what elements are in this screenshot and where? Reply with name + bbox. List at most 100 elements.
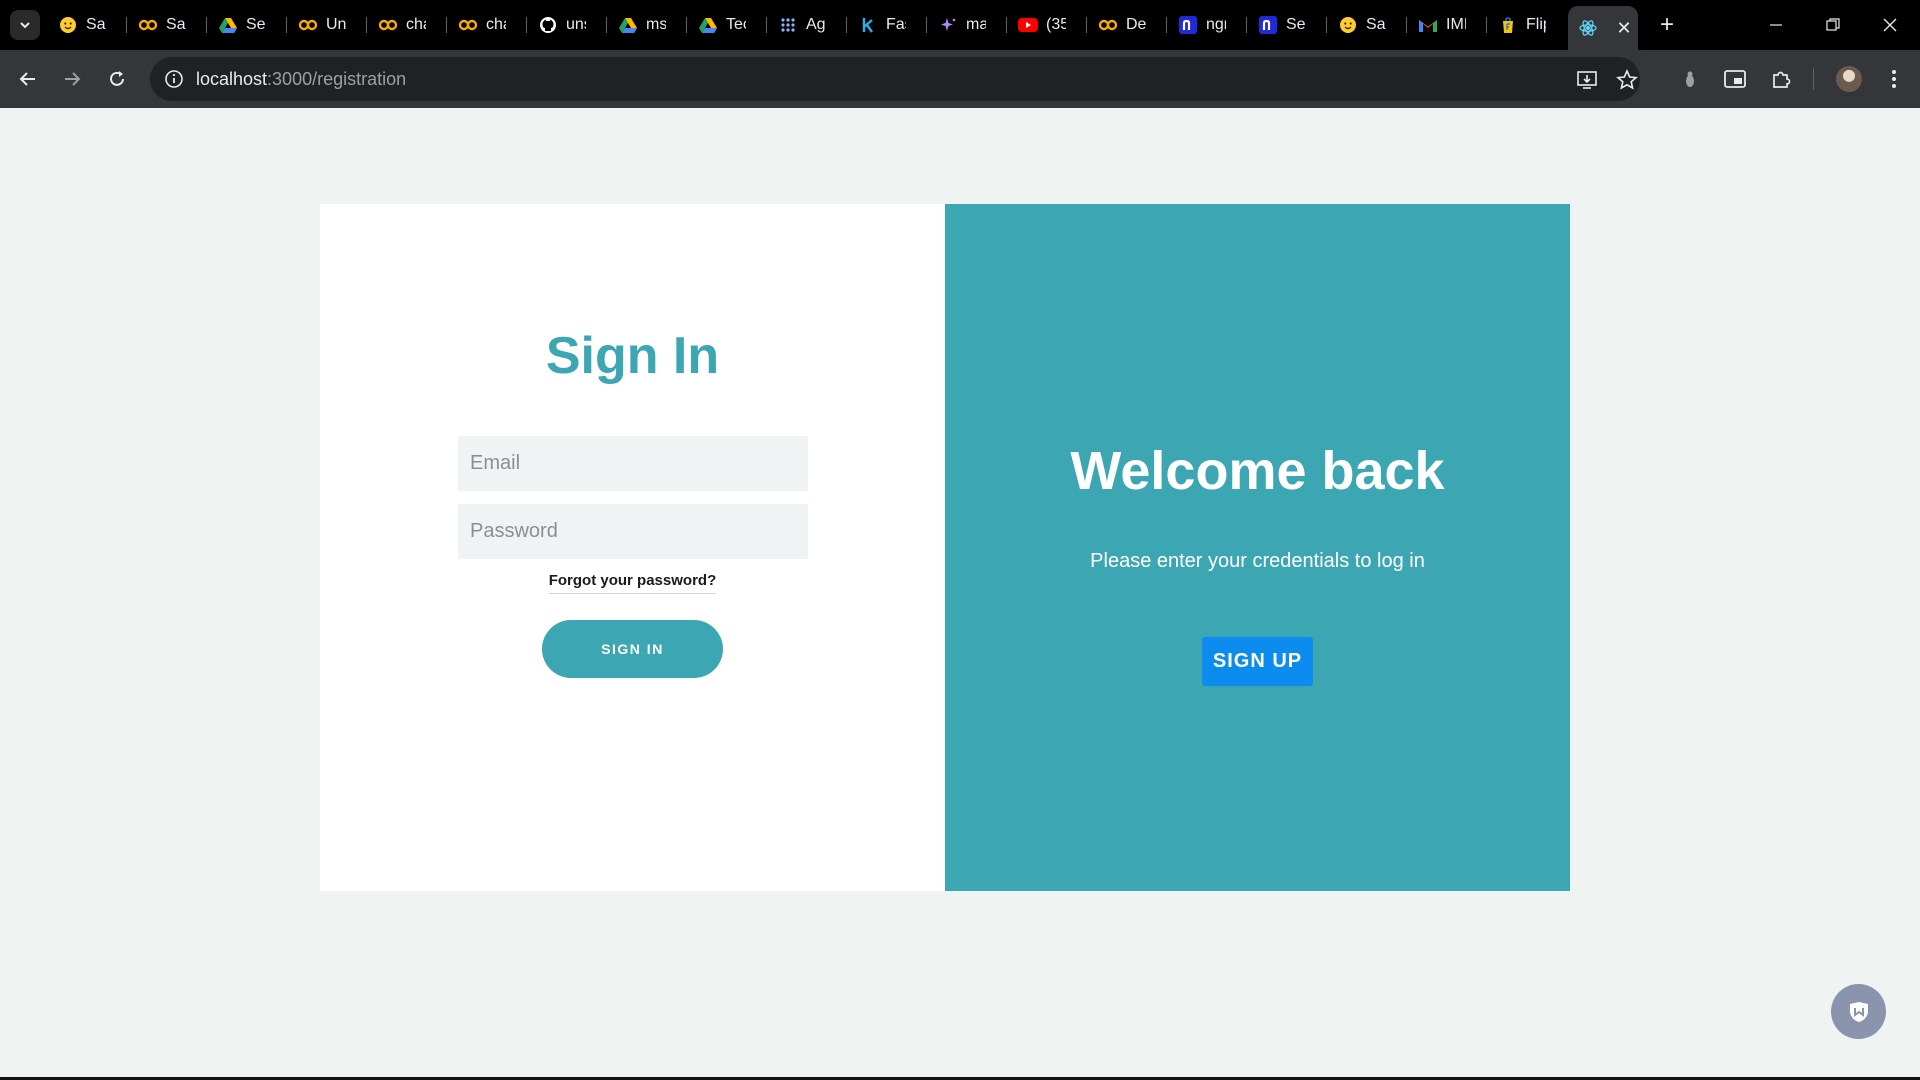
tab-separator [126, 17, 127, 33]
floating-shield-button[interactable] [1831, 984, 1886, 1039]
google-drive-icon [218, 15, 238, 35]
google-drive-icon [618, 15, 638, 35]
tab-title: Sea [246, 16, 266, 33]
tab-separator [846, 17, 847, 33]
tab-item[interactable]: Flip [1488, 8, 1566, 42]
tab-item[interactable]: Sea [208, 8, 286, 42]
tab-separator [1006, 17, 1007, 33]
site-info-icon[interactable] [162, 67, 186, 91]
tab-title: Tec [726, 16, 746, 33]
colab-icon [458, 15, 478, 35]
tab-title: Ag [806, 16, 826, 33]
tab-item[interactable]: Sat [1328, 8, 1406, 42]
bookmark-star-icon[interactable] [1614, 67, 1640, 93]
tab-separator [606, 17, 607, 33]
reload-button[interactable] [101, 63, 133, 95]
back-button[interactable] [12, 63, 44, 95]
tab-separator [366, 17, 367, 33]
back-arrow-icon [19, 72, 35, 86]
restore-icon[interactable] [1813, 8, 1853, 42]
sign-up-button[interactable]: SIGN UP [1202, 637, 1313, 686]
hugging-face-icon [58, 15, 78, 35]
hugging-face-icon [1338, 15, 1358, 35]
chevron-down-icon [20, 22, 30, 29]
minimize-icon[interactable] [1756, 8, 1796, 42]
tab-title: cha [486, 16, 506, 33]
picture-in-picture-icon[interactable] [1721, 65, 1749, 93]
k-letter-icon [858, 15, 878, 35]
colab-icon [138, 15, 158, 35]
close-window-icon[interactable] [1870, 8, 1910, 42]
tab-item[interactable]: (35 [1008, 8, 1086, 42]
tab-separator [526, 17, 527, 33]
tab-item[interactable]: IMI [1408, 8, 1486, 42]
tab-title: Sar [166, 16, 186, 33]
install-app-icon[interactable] [1574, 67, 1600, 93]
tab-item[interactable]: ma [928, 8, 1006, 42]
tab-item[interactable]: Set [1248, 8, 1326, 42]
tab-item[interactable]: Tec [688, 8, 766, 42]
tab-title: IMI [1446, 16, 1466, 33]
shield-icon [1849, 1001, 1868, 1022]
sign-in-panel: Sign In Forgot your password? SIGN IN [320, 204, 945, 891]
tab-separator [766, 17, 767, 33]
flipkart-icon [1498, 15, 1518, 35]
tab-item[interactable]: ngr [1168, 8, 1246, 42]
forgot-password-link[interactable]: Forgot your password? [548, 572, 717, 594]
tab-title: Flip [1526, 16, 1546, 33]
tab-separator [1406, 17, 1407, 33]
tab-title: ma [966, 16, 986, 33]
tab-separator [286, 17, 287, 33]
tab-item[interactable]: De [1088, 8, 1166, 42]
tab-title: ms [646, 16, 666, 33]
tab-item[interactable]: cha [448, 8, 526, 42]
tab-separator [1086, 17, 1087, 33]
google-drive-icon [698, 15, 718, 35]
colab-icon [298, 15, 318, 35]
extensions-icon[interactable] [1767, 65, 1795, 93]
tab-title: Fas [886, 16, 906, 33]
tab-item[interactable]: Fas [848, 8, 926, 42]
reload-icon [110, 71, 124, 86]
welcome-title: Welcome back [1070, 441, 1445, 501]
tab-search-button[interactable] [10, 10, 40, 40]
password-field[interactable] [458, 504, 808, 559]
tab-title: ngr [1206, 16, 1226, 33]
url-text[interactable]: localhost:3000/registration [196, 69, 406, 90]
sparkle-icon [938, 15, 958, 35]
profile-avatar[interactable] [1836, 66, 1862, 92]
auth-card: Sign In Forgot your password? SIGN IN We… [320, 204, 1570, 891]
tab-title: Unt [326, 16, 346, 33]
forward-button[interactable] [56, 63, 88, 95]
forward-arrow-icon [65, 72, 81, 86]
close-tab-icon[interactable]: ✕ [1614, 18, 1634, 39]
browser-toolbar: localhost:3000/registration [0, 50, 1920, 108]
extension-puzzle-small-icon[interactable] [1676, 65, 1704, 93]
url-host: localhost [196, 69, 268, 89]
tab-title: Set [1286, 16, 1306, 33]
colab-icon [378, 15, 398, 35]
more-menu-icon[interactable] [1880, 65, 1908, 93]
github-icon [538, 15, 558, 35]
email-field[interactable] [458, 436, 808, 491]
tab-item[interactable]: Ag [768, 8, 846, 42]
gmail-icon [1418, 15, 1438, 35]
tab-separator [446, 17, 447, 33]
tab-item[interactable]: Sar [128, 8, 206, 42]
tab-title: (35 [1046, 16, 1066, 33]
new-tab-button[interactable]: + [1652, 10, 1682, 40]
tab-item[interactable]: Sat [48, 8, 126, 42]
tab-item[interactable]: Unt [288, 8, 366, 42]
tab-active[interactable]: ✕ [1568, 6, 1638, 50]
tab-item[interactable]: ms [608, 8, 686, 42]
tab-title: Sat [1366, 16, 1386, 33]
address-bar[interactable]: localhost:3000/registration [150, 57, 1640, 101]
react-icon [1578, 18, 1598, 38]
tab-separator [1326, 17, 1327, 33]
tab-separator [1166, 17, 1167, 33]
sign-in-button[interactable]: SIGN IN [542, 620, 723, 678]
tab-item[interactable]: cha [368, 8, 446, 42]
tab-title: Sat [86, 16, 106, 33]
ngrok-icon [1178, 15, 1198, 35]
tab-item[interactable]: uns [528, 8, 606, 42]
